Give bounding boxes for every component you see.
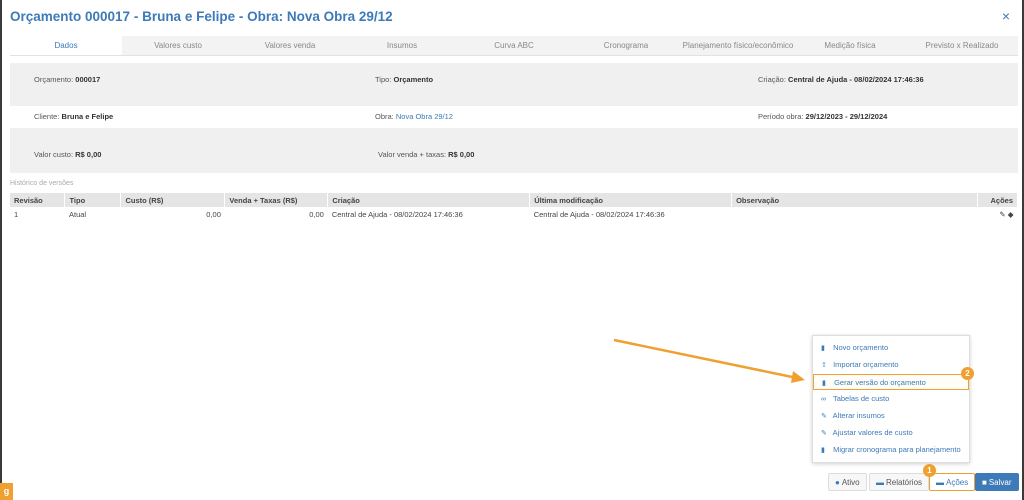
relatorios-label: Relatórios <box>886 478 923 487</box>
salvar-button[interactable]: ■ Salvar <box>975 473 1019 491</box>
file-icon: ▮ <box>821 447 825 454</box>
annotation-badge-1: 1 <box>923 464 936 477</box>
menu-item-label: Importar orçamento <box>833 360 899 369</box>
salvar-label: Salvar <box>988 478 1012 487</box>
file-icon: ▮ <box>822 380 826 387</box>
annotation-badge-2: 2 <box>961 367 974 380</box>
pencil-icon: ✎ <box>821 430 827 437</box>
menu-item-alterar-insumos[interactable]: ✎ Alterar insumos <box>813 408 969 424</box>
ativo-button[interactable]: ● Ativo <box>828 473 867 491</box>
budget-modal: Orçamento 000017 - Bruna e Felipe - Obra… <box>0 0 1024 500</box>
menu-item-migrar-cronograma[interactable]: ▮ Migrar cronograma para planejamento <box>813 442 969 458</box>
save-icon: ■ <box>982 478 987 487</box>
menu-item-label: Gerar versão do orçamento <box>834 378 926 387</box>
actions-menu: ▮ Novo orçamento ⇧ Importar orçamento ▮ … <box>812 335 970 463</box>
menu-item-importar-orcamento[interactable]: ⇧ Importar orçamento <box>813 357 969 373</box>
upload-icon: ⇧ <box>821 362 827 369</box>
relatorios-button[interactable]: ▬ Relatórios <box>869 473 930 491</box>
acoes-label: Ações <box>946 478 969 487</box>
menu-item-label: Novo orçamento <box>833 343 889 352</box>
pencil-icon: ✎ <box>821 413 827 420</box>
menu-item-ajustar-valores[interactable]: ✎ Ajustar valores de custo <box>813 425 969 441</box>
menu-item-label: Migrar cronograma para planejamento <box>833 445 961 454</box>
menu-item-tabelas-custo[interactable]: ∞ Tabelas de custo <box>813 391 969 407</box>
menu-item-gerar-versao[interactable]: ▮ Gerar versão do orçamento <box>813 374 969 390</box>
chat-widget-icon[interactable]: g <box>0 483 13 500</box>
acoes-button[interactable]: ▬ Ações <box>929 473 976 491</box>
report-icon: ▬ <box>876 478 884 487</box>
link-icon: ∞ <box>821 396 826 403</box>
menu-item-label: Ajustar valores de custo <box>832 428 913 437</box>
file-icon: ▮ <box>821 345 825 352</box>
menu-item-label: Alterar insumos <box>832 411 885 420</box>
circle-icon: ● <box>835 478 840 487</box>
actions-icon: ▬ <box>936 478 944 487</box>
menu-item-label: Tabelas de custo <box>832 394 890 403</box>
menu-item-novo-orcamento[interactable]: ▮ Novo orçamento <box>813 340 969 356</box>
ativo-label: Ativo <box>841 478 860 487</box>
